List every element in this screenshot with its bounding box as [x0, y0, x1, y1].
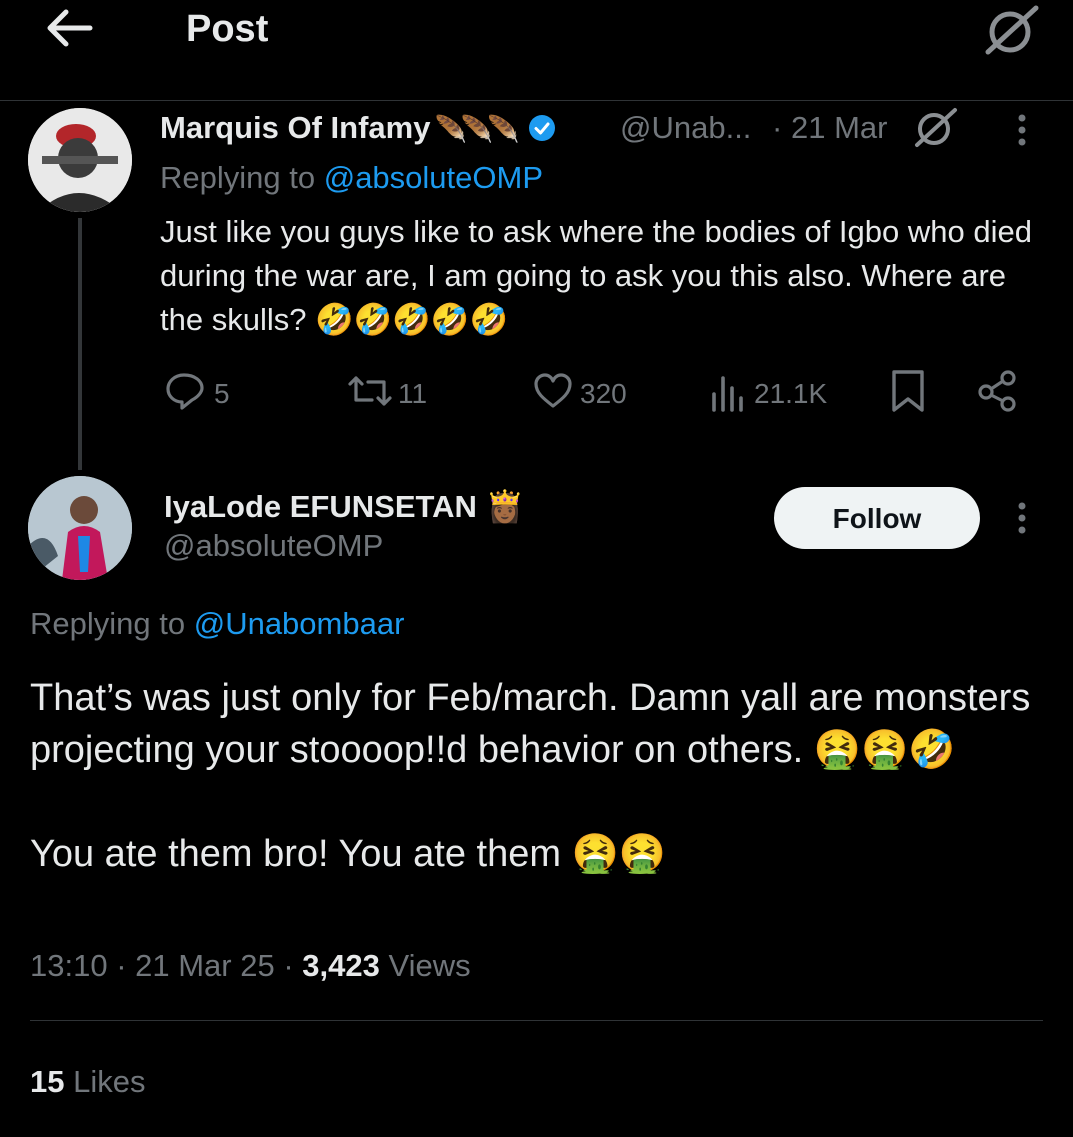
- tweet-time[interactable]: 13:10: [30, 948, 108, 983]
- tweet-text: That’s was just only for Feb/march. Damn…: [30, 677, 1031, 875]
- avatar[interactable]: [28, 476, 132, 580]
- author-name[interactable]: Marquis Of Infamy 🪶🪶🪶: [160, 110, 556, 150]
- author-handle[interactable]: @Unab...: [620, 110, 751, 145]
- replying-handle-link[interactable]: @Unabombaar: [194, 606, 405, 641]
- likes-label: Likes: [73, 1064, 146, 1099]
- tweet-meta: @Unab... · 21 Mar: [620, 110, 887, 146]
- repost-count: 11: [398, 378, 428, 409]
- views-button[interactable]: 21.1K: [708, 370, 827, 417]
- likes-count: 15: [30, 1064, 65, 1099]
- like-count: 320: [580, 378, 627, 409]
- tweet-date[interactable]: 21 Mar 25: [135, 948, 275, 983]
- page-title: Post: [186, 8, 269, 50]
- divider: [30, 1020, 1043, 1021]
- bookmark-icon[interactable]: [888, 368, 928, 419]
- replying-to: Replying to @absoluteOMP: [160, 160, 544, 195]
- crown-badge: 👸🏾: [485, 489, 525, 525]
- replying-handle-link[interactable]: @absoluteOMP: [324, 160, 543, 195]
- back-arrow-icon[interactable]: [44, 6, 94, 50]
- tweet-date[interactable]: · 21 Mar: [772, 110, 887, 145]
- grok-icon[interactable]: [980, 2, 1044, 56]
- tweet-timestamp: 13:10 · 21 Mar 25 · 3,423 Views: [30, 948, 471, 983]
- likes-summary[interactable]: 15 Likes: [30, 1064, 145, 1100]
- views-count: 21.1K: [754, 378, 828, 409]
- replying-to: Replying to @Unabombaar: [30, 606, 405, 641]
- feather-badges: 🪶🪶🪶: [434, 115, 519, 145]
- tweet-actions: 5 11 320 21.1K: [160, 366, 1030, 418]
- reply-icon: [166, 373, 204, 410]
- like-button[interactable]: 320: [532, 370, 627, 417]
- reply-count: 5: [214, 378, 230, 409]
- views-label: Views: [388, 948, 471, 983]
- share-icon[interactable]: [976, 368, 1020, 419]
- thread-connector: [78, 218, 82, 470]
- more-icon[interactable]: [1012, 110, 1032, 150]
- follow-button[interactable]: Follow: [774, 487, 980, 549]
- avatar[interactable]: [28, 108, 132, 212]
- top-bar: Post: [0, 0, 1073, 101]
- views-count: 3,423: [302, 948, 380, 983]
- like-icon: [534, 373, 572, 408]
- repost-icon: [348, 376, 392, 406]
- verified-icon: [528, 114, 556, 150]
- author-handle[interactable]: @absoluteOMP: [164, 528, 383, 564]
- grok-icon[interactable]: [912, 106, 960, 153]
- more-icon[interactable]: [1012, 498, 1032, 538]
- tweet-text: Just like you guys like to ask where the…: [160, 214, 1032, 337]
- reply-button[interactable]: 5: [164, 370, 230, 417]
- repost-button[interactable]: 11: [344, 370, 427, 417]
- views-icon: [712, 376, 743, 412]
- author-name[interactable]: IyaLode EFUNSETAN 👸🏾: [164, 488, 524, 525]
